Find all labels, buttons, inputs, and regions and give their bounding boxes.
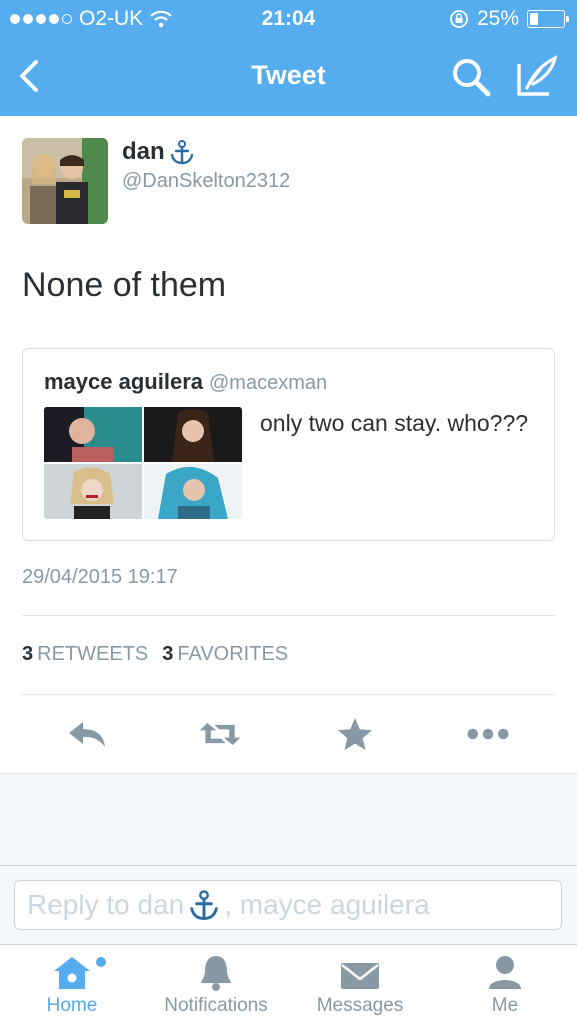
header: O2-UK 21:04 25% Tweet xyxy=(0,0,577,116)
tweet-author-name[interactable]: dan xyxy=(122,138,195,166)
retweet-button[interactable] xyxy=(198,716,242,752)
tab-notifications[interactable]: Notifications xyxy=(154,945,278,1024)
star-icon xyxy=(338,718,372,750)
status-bar: O2-UK 21:04 25% xyxy=(0,0,577,38)
quoted-tweet-text: only two can stay. who??? xyxy=(260,410,529,436)
favorites-stat[interactable]: 3 FAVORITES xyxy=(162,643,288,666)
bell-icon xyxy=(201,956,231,991)
tweet-timestamp: 29/04/2015 19:17 xyxy=(22,566,178,588)
empty-area xyxy=(0,773,577,865)
avatar[interactable] xyxy=(22,138,108,224)
tab-home[interactable]: Home xyxy=(28,945,116,1024)
battery-percent: 25% xyxy=(476,7,519,30)
rotation-lock-icon xyxy=(450,10,468,28)
new-tweets-dot xyxy=(96,957,106,967)
quoted-media-thumbnail[interactable] xyxy=(44,407,242,519)
battery-icon xyxy=(527,10,569,28)
search-icon[interactable] xyxy=(450,56,492,98)
tweet-stats: 3 RETWEETS 3 FAVORITES xyxy=(22,643,288,666)
profile-icon xyxy=(489,956,521,989)
tab-messages[interactable]: Messages xyxy=(308,945,412,1024)
favorite-button[interactable] xyxy=(333,716,377,752)
envelope-icon xyxy=(341,963,379,989)
anchor-icon xyxy=(190,890,219,921)
compose-icon[interactable] xyxy=(515,54,559,98)
quoted-tweet-card[interactable]: mayce aguilera @macexman only two can st… xyxy=(22,348,555,541)
retweets-stat[interactable]: 3 RETWEETS xyxy=(22,643,148,666)
nav-bar: Tweet xyxy=(0,38,577,116)
home-icon xyxy=(54,957,90,989)
quoted-author: mayce aguilera @macexman xyxy=(44,369,328,394)
tab-me[interactable]: Me xyxy=(468,945,542,1024)
tweet-actions xyxy=(0,712,577,756)
divider xyxy=(22,694,555,695)
divider xyxy=(22,615,555,616)
reply-bar: Reply to dan , mayce aguilera xyxy=(0,865,577,945)
retweet-icon xyxy=(199,723,241,745)
anchor-icon xyxy=(170,140,193,165)
tab-bar: Home Notifications Messages Me xyxy=(0,944,577,1024)
reply-icon xyxy=(69,722,105,747)
tweet-text: None of them xyxy=(22,266,227,304)
reply-button[interactable] xyxy=(66,716,110,752)
more-dots-icon xyxy=(467,728,509,740)
more-button[interactable] xyxy=(466,716,510,752)
reply-input[interactable]: Reply to dan , mayce aguilera xyxy=(14,880,562,930)
tweet-author-handle[interactable]: @DanSkelton2312 xyxy=(122,170,290,193)
